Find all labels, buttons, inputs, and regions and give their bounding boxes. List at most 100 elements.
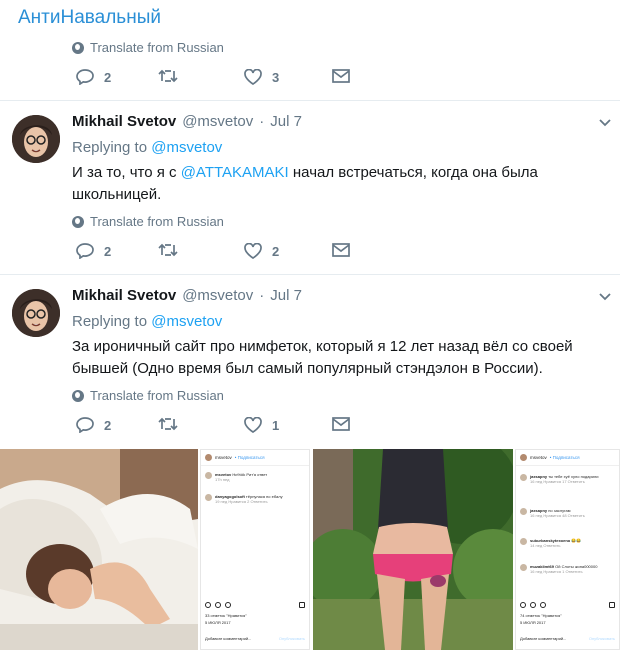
tweet-text: И за то, что я с @ATTAKAMAKI начал встре… [72,162,592,206]
reply-icon [76,243,94,259]
tweet-text: За ироничный сайт про нимфеток, который … [72,338,573,377]
tweet-actions: 2 2 [72,243,372,265]
comment: suburbanskytexoeno 😂😂 14 нед Ответить [520,538,615,548]
message-button[interactable] [332,243,350,257]
tweet: Mikhail Svetov @msvetov · Jul 7 Replying… [0,101,620,274]
comment-meta: 14 нед Ответить [530,543,561,548]
reply-button[interactable]: 2 [76,69,111,85]
author-name[interactable]: Mikhail Svetov [72,287,176,304]
globe-icon [72,389,84,402]
tweet-date[interactable]: Jul 7 [270,113,302,130]
instagram-header: msvetov • Подписаться [516,450,619,466]
add-comment-placeholder: Добавьте комментарий... [520,636,567,641]
attached-photos[interactable]: msvetov • Подписаться msvetov Ни%#k Рит'… [0,449,620,650]
avatar [205,472,212,479]
avatar [520,474,527,481]
like-count: 2 [272,243,280,259]
instagram-user: msvetov [215,455,232,460]
retweet-button[interactable] [158,417,178,431]
publish-label: Опубликовать [278,636,305,641]
share-icon [225,602,231,608]
like-button[interactable]: 3 [244,69,279,85]
replying-label: Replying to [72,313,148,330]
instagram-post-card[interactable]: msvetov • Подписаться msvetov Ни%#k Рит'… [200,449,310,650]
instagram-add-comment: Добавьте комментарий... Опубликовать [205,636,305,641]
author-handle[interactable]: @msvetov [182,287,253,304]
chevron-down-icon[interactable] [598,116,612,130]
comment-icon [215,602,221,608]
envelope-icon [332,243,350,257]
message-button[interactable] [332,417,350,431]
globe-icon [72,215,84,228]
tweet-date[interactable]: Jul 7 [270,287,302,304]
comment-meta: 17h нед [215,477,230,482]
replying-handle[interactable]: @msvetov [151,139,222,156]
message-button[interactable] [332,69,350,83]
comment-meta: 16 нед Нравится 1 Ответить [530,569,583,574]
separator: · [259,287,265,304]
avatar [205,454,212,461]
avatar [520,508,527,515]
translate-link[interactable]: Translate from Russian [72,214,224,229]
add-comment-placeholder: Добавьте комментарий... [205,636,252,641]
retweet-icon [158,243,178,257]
reply-button[interactable]: 2 [76,243,111,259]
tweet-actions: 2 1 [72,417,372,439]
reply-count: 2 [104,69,112,85]
heart-icon [244,417,262,433]
tweet-actions: 2 3 [72,69,372,91]
replying-to: Replying to @msvetov [72,139,222,156]
reply-count: 2 [104,417,112,433]
avatar [205,494,212,501]
reply-icon [76,69,94,85]
avatar [520,564,527,571]
instagram-actions [205,602,305,610]
retweet-icon [158,69,178,83]
retweet-button[interactable] [158,69,178,83]
bookmark-icon [609,602,615,608]
separator: · [259,113,265,130]
retweet-button[interactable] [158,243,178,257]
tweet-header: Mikhail Svetov @msvetov · Jul 7 [72,113,302,130]
photo-garden[interactable] [313,449,513,650]
bookmark-icon [299,602,305,608]
avatar[interactable] [12,115,60,163]
like-count: 3 [272,69,280,85]
comment-text: 😂😂 [571,538,582,543]
photo-bedroom[interactable] [0,449,198,650]
envelope-icon [332,417,350,431]
replying-handle[interactable]: @msvetov [151,313,222,330]
like-count: 1 [272,417,280,433]
envelope-icon [332,69,350,83]
tweet-header: Mikhail Svetov @msvetov · Jul 7 [72,287,302,304]
comment: jaxsapny ты тебе хуё хуло подарили 16 нед… [520,474,615,484]
instagram-post-card[interactable]: msvetov • Подписаться jaxsapny ты тебе х… [515,449,620,650]
translate-link[interactable]: Translate from Russian [72,388,224,403]
translate-link[interactable]: Translate from Russian [72,40,224,55]
like-button[interactable]: 2 [244,243,279,259]
heart-icon [205,602,211,608]
comment: danyagogolsoft тёрнулася по ебалу 19 нед … [205,494,305,504]
avatar [520,454,527,461]
instagram-likes: 33 отметок "Нравится" [205,613,247,618]
instagram-likes: 74 отметок "Нравится" [520,613,562,618]
comment-meta: 16 нед Нравится 17 Ответить [530,479,585,484]
like-button[interactable]: 1 [244,417,279,433]
instagram-user: msvetov [530,455,547,460]
translate-label: Translate from Russian [90,40,224,55]
comment-text: Ни%#k Рит'я ответ [232,472,268,477]
author-handle[interactable]: @msvetov [182,113,253,130]
comment: muzaklimt69 Ой Слоты жопа000000 16 нед Нр… [520,564,615,574]
comment-meta: 19 нед Нравится 2 Ответить [215,499,268,504]
reply-button[interactable]: 2 [76,417,111,433]
author-name[interactable]: Mikhail Svetov [72,113,176,130]
mention-link[interactable]: @ATTAKAMAKI [181,164,289,181]
reply-icon [76,417,94,433]
instagram-add-comment: Добавьте комментарий... Опубликовать [520,636,615,641]
avatar [520,538,527,545]
tweet-text-part: И за то, что я с [72,164,181,181]
channel-title: АнтиНавальный [18,7,161,28]
heart-icon [520,602,526,608]
avatar[interactable] [12,289,60,337]
chevron-down-icon[interactable] [598,290,612,304]
